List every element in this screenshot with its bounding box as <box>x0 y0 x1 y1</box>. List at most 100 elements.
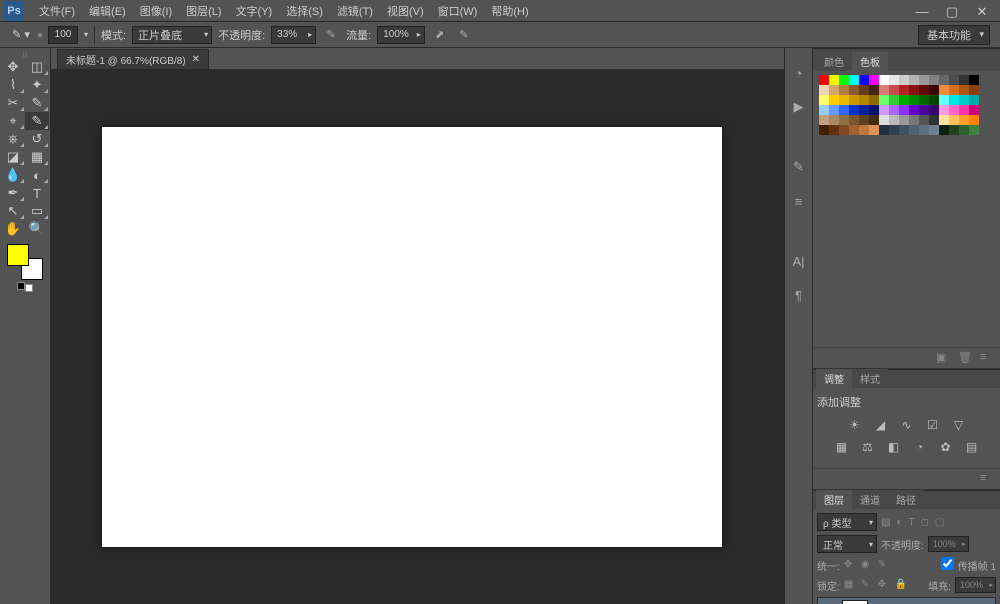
layer-item[interactable]: 👁 背景 🔒 <box>817 597 996 604</box>
swatch-color[interactable] <box>959 105 969 115</box>
brushes-panel-icon[interactable]: ✎ <box>788 156 810 178</box>
opacity-input[interactable]: 33% <box>271 26 316 44</box>
swatch-color[interactable] <box>939 125 949 135</box>
swatch-color[interactable] <box>929 75 939 85</box>
swatch-color[interactable] <box>849 115 859 125</box>
menu-select[interactable]: 选择(S) <box>279 3 330 19</box>
swatch-color[interactable] <box>959 85 969 95</box>
swatch-color[interactable] <box>829 95 839 105</box>
swatch-color[interactable] <box>919 125 929 135</box>
foreground-color[interactable] <box>7 244 29 266</box>
swatch-color[interactable] <box>819 75 829 85</box>
swatch-color[interactable] <box>909 105 919 115</box>
swatch-color[interactable] <box>949 115 959 125</box>
swatch-color[interactable] <box>819 105 829 115</box>
menu-window[interactable]: 窗口(W) <box>431 3 485 19</box>
swatch-color[interactable] <box>969 85 979 95</box>
heal-tool[interactable]: ⌖ <box>1 112 25 130</box>
move-tool[interactable]: ✥ <box>1 58 25 76</box>
swatch-color[interactable] <box>899 75 909 85</box>
gradient-tool[interactable]: ▦ <box>25 148 49 166</box>
swatch-color[interactable] <box>949 75 959 85</box>
swatch-color[interactable] <box>949 85 959 95</box>
swatch-color[interactable] <box>869 75 879 85</box>
swatch-color[interactable] <box>969 115 979 125</box>
swatch-color[interactable] <box>839 115 849 125</box>
brush-size-input[interactable]: 100 <box>48 26 78 44</box>
exposure-icon[interactable]: ☑ <box>925 418 941 432</box>
paragraph-panel-icon[interactable]: ¶ <box>788 284 810 306</box>
swatch-color[interactable] <box>889 75 899 85</box>
menu-help[interactable]: 帮助(H) <box>484 3 535 19</box>
swatch-color[interactable] <box>889 95 899 105</box>
swatch-color[interactable] <box>939 85 949 95</box>
swatch-color[interactable] <box>909 115 919 125</box>
swatch-color[interactable] <box>929 125 939 135</box>
history-panel-icon[interactable]: ◔ <box>788 62 810 84</box>
menu-image[interactable]: 图像(I) <box>133 3 179 19</box>
swatch-color[interactable] <box>959 125 969 135</box>
lock-all-icon[interactable]: 🔒 <box>895 579 908 592</box>
shape-tool[interactable]: ▭ <box>25 202 49 220</box>
document-tab[interactable]: 未标题-1 @ 66.7%(RGB/8) ✕ <box>57 49 209 69</box>
hue-icon[interactable]: ▦ <box>834 440 850 454</box>
unify-style-icon[interactable]: ✎ <box>878 559 891 572</box>
color-tab[interactable]: 颜色 <box>816 52 852 71</box>
pressure-opacity-icon[interactable]: ✎ <box>322 26 340 44</box>
swatch-color[interactable] <box>949 95 959 105</box>
lock-position-icon[interactable]: ✥ <box>878 579 891 592</box>
swatch-color[interactable] <box>899 95 909 105</box>
swatch-color[interactable] <box>859 125 869 135</box>
swatch-color[interactable] <box>919 105 929 115</box>
filter-smart-icon[interactable]: ▢ <box>935 517 944 528</box>
blend-mode-dropdown[interactable]: 正片叠底 <box>132 26 212 44</box>
layers-tab[interactable]: 图层 <box>816 490 852 509</box>
minimize-button[interactable]: — <box>912 4 932 18</box>
swatch-color[interactable] <box>839 95 849 105</box>
close-tab-icon[interactable]: ✕ <box>192 54 200 65</box>
pen-tool[interactable]: ✒ <box>1 184 25 202</box>
swatch-color[interactable] <box>939 95 949 105</box>
swatch-color[interactable] <box>969 95 979 105</box>
swatch-color[interactable] <box>899 115 909 125</box>
brightness-icon[interactable]: ☀ <box>847 418 863 432</box>
path-tool[interactable]: ↖ <box>1 202 25 220</box>
vibrance-icon[interactable]: ▽ <box>951 418 967 432</box>
swatch-color[interactable] <box>909 95 919 105</box>
swatch-color[interactable] <box>909 75 919 85</box>
paths-tab[interactable]: 路径 <box>888 490 924 509</box>
swatch-color[interactable] <box>969 75 979 85</box>
unify-vis-icon[interactable]: ◉ <box>861 559 874 572</box>
canvas[interactable] <box>102 127 722 547</box>
menu-view[interactable]: 视图(V) <box>380 3 431 19</box>
lock-transparent-icon[interactable]: ▦ <box>844 579 857 592</box>
swatch-color[interactable] <box>839 75 849 85</box>
swatch-color[interactable] <box>969 105 979 115</box>
bw-icon[interactable]: ◧ <box>886 440 902 454</box>
styles-tab[interactable]: 样式 <box>852 369 888 388</box>
swatch-color[interactable] <box>839 105 849 115</box>
swatch-color[interactable] <box>869 115 879 125</box>
swatch-color[interactable] <box>869 85 879 95</box>
actions-panel-icon[interactable]: ▶ <box>788 96 810 118</box>
swatch-color[interactable] <box>879 75 889 85</box>
swatch-color[interactable] <box>829 75 839 85</box>
brush-preview[interactable] <box>38 33 42 37</box>
swatches-tab[interactable]: 色板 <box>852 52 888 71</box>
swatch-color[interactable] <box>849 75 859 85</box>
fill-input[interactable]: 100% <box>955 577 996 593</box>
swatch-color[interactable] <box>859 115 869 125</box>
blend-mode-dropdown[interactable]: 正常 <box>817 535 877 553</box>
swatch-color[interactable] <box>899 105 909 115</box>
default-colors[interactable] <box>17 282 33 292</box>
adjustments-menu-icon[interactable]: ≡ <box>980 472 994 486</box>
filter-type-icon[interactable]: T <box>909 517 915 528</box>
filter-pixel-icon[interactable]: ▧ <box>881 517 890 528</box>
swatch-color[interactable] <box>829 115 839 125</box>
eyedropper-tool[interactable]: ✎ <box>25 94 49 112</box>
brush-tool[interactable]: ✎ <box>25 112 49 130</box>
propagate-checkbox[interactable] <box>941 557 954 570</box>
channelmixer-icon[interactable]: ✿ <box>938 440 954 454</box>
color-swatches[interactable] <box>7 244 43 280</box>
swatch-color[interactable] <box>919 115 929 125</box>
